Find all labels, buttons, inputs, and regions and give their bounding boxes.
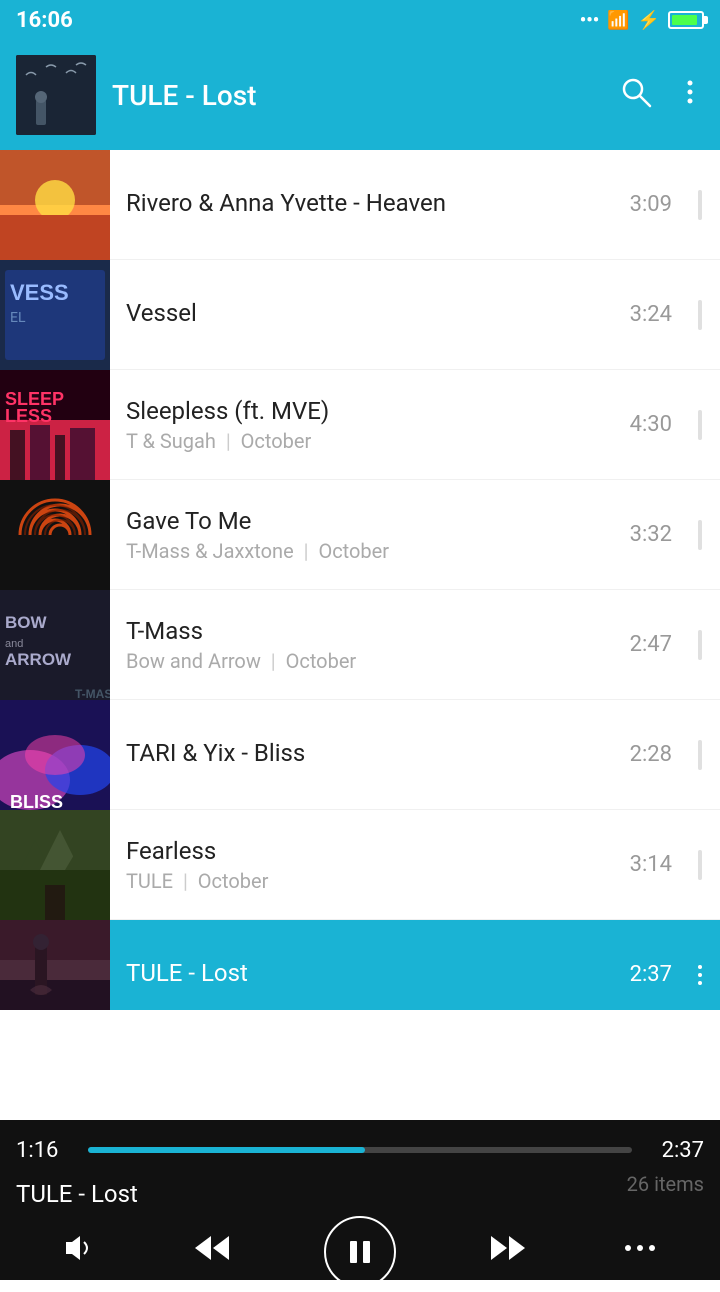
track-item[interactable]: BLISS TARI & Yix - Bliss 2:28 — [0, 700, 720, 810]
svg-text:LESS: LESS — [5, 406, 52, 426]
track-duration: 2:28 — [630, 742, 680, 767]
pause-button[interactable] — [324, 1216, 396, 1288]
track-duration: 3:14 — [630, 852, 680, 877]
header: TULE - Lost — [0, 40, 720, 150]
track-subtitle: Bow and Arrow | October — [126, 649, 614, 673]
progress-track[interactable] — [88, 1147, 632, 1153]
track-more-icon[interactable] — [680, 963, 720, 987]
track-album: October — [198, 869, 269, 893]
signal-bars-icon: 📶 — [607, 10, 629, 31]
svg-text:ARROW: ARROW — [5, 650, 72, 669]
album-art — [0, 810, 110, 920]
track-more-icon — [680, 850, 720, 880]
more-options-icon[interactable] — [622, 1230, 658, 1274]
volume-icon[interactable] — [62, 1230, 98, 1274]
lightning-icon: ⚡ — [638, 10, 660, 31]
status-icons: ••• 📶 ⚡ — [580, 10, 704, 31]
track-item[interactable]: BOW and ARROW T-MAS T-Mass Bow and Arrow… — [0, 590, 720, 700]
track-artist: Bow and Arrow — [126, 649, 261, 673]
track-info: TULE - Lost — [110, 959, 630, 991]
track-title: Rivero & Anna Yvette - Heaven — [126, 189, 614, 217]
track-more-icon — [680, 520, 720, 550]
track-list: Rivero & Anna Yvette - Heaven 3:09 VESS … — [0, 150, 720, 1010]
track-title: Sleepless (ft. MVE) — [126, 397, 614, 425]
track-album: October — [241, 429, 312, 453]
current-time: 1:16 — [16, 1138, 76, 1163]
player-bar: 1:16 2:37 TULE - Lost 26 items — [0, 1120, 720, 1280]
track-artist: T-Mass & Jaxxtone — [126, 539, 294, 563]
track-item[interactable]: VESS EL Vessel 3:24 — [0, 260, 720, 370]
svg-text:EL: EL — [10, 310, 26, 326]
track-duration: 2:47 — [630, 632, 680, 657]
track-album: October — [286, 649, 357, 673]
track-item[interactable]: Gave To Me T-Mass & Jaxxtone | October 3… — [0, 480, 720, 590]
track-info: Fearless TULE | October — [110, 837, 630, 893]
track-info: TARI & Yix - Bliss — [110, 739, 630, 771]
track-info: Rivero & Anna Yvette - Heaven — [110, 189, 630, 221]
album-art: BOW and ARROW T-MAS — [0, 590, 110, 700]
album-art — [0, 480, 110, 590]
progress-fill — [88, 1147, 365, 1153]
status-bar: 16:06 ••• 📶 ⚡ — [0, 0, 720, 40]
rewind-icon[interactable] — [191, 1230, 231, 1274]
playback-controls — [0, 1212, 720, 1292]
svg-text:BOW: BOW — [5, 613, 48, 632]
svg-text:and: and — [5, 638, 23, 650]
status-time: 16:06 — [16, 8, 73, 33]
track-artist: TULE — [126, 869, 173, 893]
track-album: October — [318, 539, 389, 563]
track-title: Fearless — [126, 837, 614, 865]
total-time: 2:37 — [644, 1138, 704, 1163]
track-duration: 3:09 — [630, 192, 680, 217]
album-art: VESS EL — [0, 260, 110, 370]
search-icon[interactable] — [620, 76, 652, 115]
items-count: 26 items — [627, 1172, 704, 1196]
track-title: TARI & Yix - Bliss — [126, 739, 614, 767]
track-title: TULE - Lost — [126, 959, 614, 987]
header-actions — [620, 76, 704, 115]
album-art: BLISS — [0, 700, 110, 810]
album-art — [0, 920, 110, 1011]
track-subtitle: T-Mass & Jaxxtone | October — [126, 539, 614, 563]
progress-section: 1:16 2:37 — [0, 1120, 720, 1180]
track-subtitle: T & Sugah | October — [126, 429, 614, 453]
track-more-icon — [680, 300, 720, 330]
album-art: SLEEP LESS — [0, 370, 110, 480]
track-duration: 3:24 — [630, 302, 680, 327]
fast-forward-icon[interactable] — [489, 1230, 529, 1274]
more-menu-icon[interactable] — [676, 78, 704, 113]
track-more-icon — [680, 410, 720, 440]
track-title: Vessel — [126, 299, 614, 327]
track-duration: 4:30 — [630, 412, 680, 437]
track-info: Vessel — [110, 299, 630, 331]
track-duration: 3:32 — [630, 522, 680, 547]
header-title: TULE - Lost — [112, 79, 604, 112]
track-more-icon — [680, 740, 720, 770]
track-item[interactable]: Rivero & Anna Yvette - Heaven 3:09 — [0, 150, 720, 260]
track-item[interactable]: TULE - Lost 2:37 — [0, 920, 720, 1010]
track-artist: T & Sugah — [126, 429, 216, 453]
now-playing-title: TULE - Lost — [0, 1180, 720, 1212]
signal-dots-icon: ••• — [580, 10, 599, 31]
album-art — [0, 150, 110, 260]
track-more-icon — [680, 630, 720, 660]
battery-icon — [668, 11, 704, 29]
svg-text:BLISS: BLISS — [10, 792, 63, 810]
track-title: T-Mass — [126, 617, 614, 645]
track-title: Gave To Me — [126, 507, 614, 535]
svg-text:VESS: VESS — [10, 280, 69, 305]
track-info: Gave To Me T-Mass & Jaxxtone | October — [110, 507, 630, 563]
track-subtitle: TULE | October — [126, 869, 614, 893]
track-more-icon — [680, 190, 720, 220]
track-duration: 2:37 — [630, 962, 680, 987]
header-album-art — [16, 55, 96, 135]
track-item[interactable]: SLEEP LESS Sleepless (ft. MVE) T & Sugah… — [0, 370, 720, 480]
svg-text:T-MAS: T-MAS — [75, 687, 110, 700]
track-info: Sleepless (ft. MVE) T & Sugah | October — [110, 397, 630, 453]
track-item[interactable]: Fearless TULE | October 3:14 — [0, 810, 720, 920]
track-info: T-Mass Bow and Arrow | October — [110, 617, 630, 673]
